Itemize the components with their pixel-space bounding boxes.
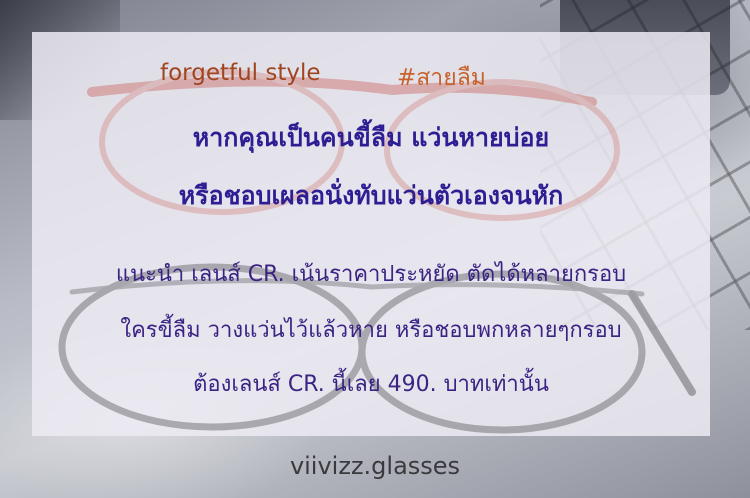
- headline-line-2: หรือชอบเผลอนั่งทับแว่นตัวเองจนหัก: [178, 181, 564, 210]
- glasses-bottom-left-lens: [58, 263, 366, 431]
- body-line-1: แนะนำ เลนส์ CR. เน้นราคาประหยัด ตัดได้หล…: [115, 262, 627, 287]
- brand-watermark: viivizz.glasses: [289, 452, 461, 480]
- body-line-2: ใครขี้ลืม วางแว่นไว้แล้วหาย หรือชอบพกหลา…: [120, 318, 622, 343]
- headline-line-1: หากคุณเป็นคนขี้ลืม แว่นหายบ่อย: [192, 123, 550, 152]
- tagline-hashtag: #สายลืม: [397, 65, 486, 91]
- glasses-bottom-right-lens: [358, 270, 646, 434]
- text-card: forgetful style #สายลืม หากคุณเป็นคนขี้ล…: [32, 32, 710, 436]
- body-line-3: ต้องเลนส์ CR. นี้เลย 490. บาทเท่านั้น: [193, 372, 549, 397]
- tagline-style: forgetful style: [160, 60, 321, 86]
